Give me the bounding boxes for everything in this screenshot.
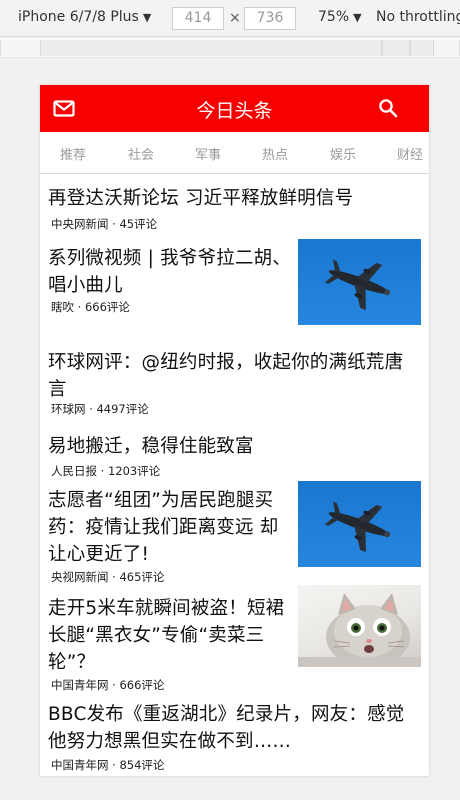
news-meta: 人民日报 · 1203评论: [51, 464, 161, 478]
airplane-icon: [324, 501, 391, 553]
news-meta: 瞎吹 · 666评论: [51, 300, 130, 314]
airplane-icon: [324, 259, 391, 311]
news-title: 易地搬迁，稳得住能致富: [48, 436, 254, 457]
app-header: 今日头条: [40, 85, 429, 132]
search-icon[interactable]: [378, 98, 398, 118]
media-query-segment[interactable]: [40, 40, 382, 56]
news-meta: 中国青年网 · 854评论: [51, 758, 165, 772]
news-meta: 中国青年网 · 666评论: [51, 678, 165, 692]
media-query-bar: [0, 38, 460, 58]
zoom-select[interactable]: 75% ▼: [318, 9, 362, 25]
news-thumbnail-cat: [298, 585, 421, 667]
news-thumbnail-airplane: [298, 239, 421, 325]
cat-icon: [298, 593, 421, 667]
tab-entertainment[interactable]: 娱乐: [330, 144, 356, 163]
zoom-value: 75%: [318, 9, 350, 25]
phone-viewport: 今日头条 推荐 社会 军事 热点 娱乐 财经 再登达沃斯论坛 习近平释放鲜明信号…: [40, 85, 429, 776]
news-title: 走开5米车就瞬间被盗！短裙 长腿“黑衣女”专偷“卖菜三 轮”？: [48, 598, 285, 673]
tab-military[interactable]: 军事: [195, 144, 221, 163]
news-item[interactable]: 志愿者“组团”为居民跑腿买 药：疫情让我们距离变远 却 让心更近了! 央视网新闻…: [40, 481, 429, 584]
tab-finance[interactable]: 财经: [397, 144, 423, 163]
news-title: BBC发布《重返湖北》纪录片，网友：感觉 他努力想黑但实在做不到……: [48, 704, 405, 752]
category-tabs: 推荐 社会 军事 热点 娱乐 财经: [40, 132, 429, 174]
app-title: 今日头条: [196, 100, 273, 122]
chevron-down-icon: ▼: [142, 11, 152, 24]
news-item[interactable]: 系列微视频 | 我爷爷拉二胡、 唱小曲儿 瞎吹 · 666评论: [40, 237, 429, 329]
news-title: 再登达沃斯论坛 习近平释放鲜明信号: [48, 188, 354, 209]
tab-recommend[interactable]: 推荐: [60, 144, 86, 163]
times-icon: ×: [229, 10, 241, 26]
throttle-select[interactable]: No throttling: [376, 9, 460, 25]
news-item[interactable]: BBC发布《重返湖北》纪录片，网友：感觉 他努力想黑但实在做不到…… 中国青年网…: [40, 697, 429, 776]
news-meta: 央视网新闻 · 465评论: [51, 570, 165, 584]
news-title: 环球网评：@纽约时报，收起你的满纸荒唐 言: [48, 352, 404, 400]
news-title: 志愿者“组团”为居民跑腿买 药：疫情让我们距离变远 却 让心更近了!: [48, 490, 279, 565]
news-meta: 中央网新闻 · 45评论: [51, 217, 158, 231]
news-title: 系列微视频 | 我爷爷拉二胡、 唱小曲儿: [48, 248, 291, 296]
width-input[interactable]: 414: [172, 7, 224, 30]
tab-hot[interactable]: 热点: [262, 144, 288, 163]
height-input[interactable]: 736: [244, 7, 296, 30]
tab-society[interactable]: 社会: [128, 144, 154, 163]
chevron-down-icon: ▼: [353, 11, 362, 24]
media-query-segment[interactable]: [410, 40, 434, 56]
news-item[interactable]: 环球网评：@纽约时报，收起你的满纸荒唐 言 环球网 · 4497评论: [40, 343, 429, 427]
news-item[interactable]: 再登达沃斯论坛 习近平释放鲜明信号 中央网新闻 · 45评论: [40, 175, 429, 231]
device-toolbar: iPhone 6/7/8 Plus ▼ 414 × 736 75% ▼ No thr…: [0, 0, 460, 37]
news-item[interactable]: 走开5米车就瞬间被盗！短裙 长腿“黑衣女”专偷“卖菜三 轮”？ 中国青年网 · …: [40, 585, 429, 692]
news-meta: 环球网 · 4497评论: [51, 402, 149, 416]
news-item[interactable]: 易地搬迁，稳得住能致富 人民日报 · 1203评论: [40, 429, 429, 481]
media-query-segment[interactable]: [382, 40, 410, 56]
device-select[interactable]: iPhone 6/7/8 Plus ▼: [18, 9, 151, 25]
device-name: iPhone 6/7/8 Plus: [18, 9, 139, 25]
news-thumbnail-airplane: [298, 481, 421, 567]
